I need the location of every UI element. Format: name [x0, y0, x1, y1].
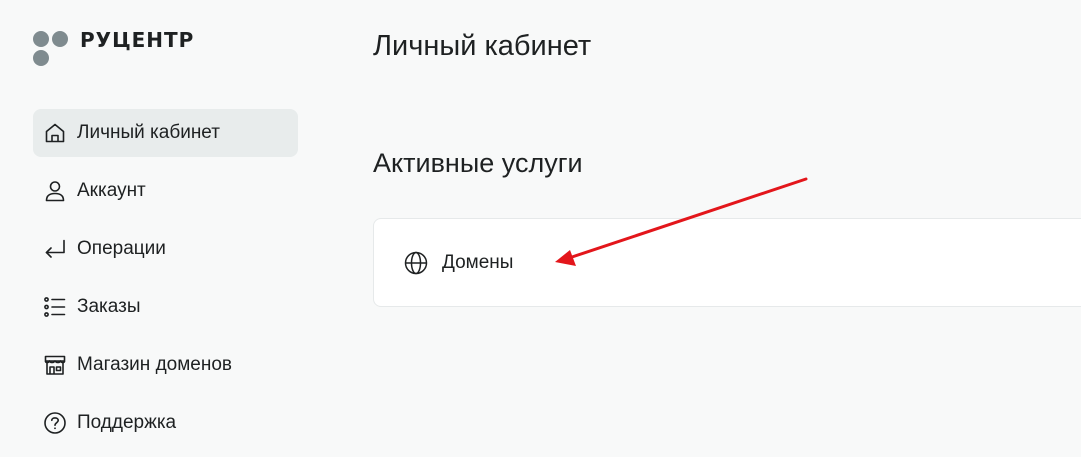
sidebar-item-label: Личный кабинет	[77, 122, 220, 143]
sidebar-item-label: Аккаунт	[77, 180, 146, 201]
home-icon	[43, 121, 67, 145]
sidebar-item-domain-shop[interactable]: Магазин доменов	[33, 341, 298, 389]
section-title: Активные услуги	[373, 148, 583, 178]
sidebar-item-label: Магазин доменов	[77, 354, 233, 375]
help-icon	[43, 411, 67, 435]
sidebar-item-orders[interactable]: Заказы	[33, 283, 298, 331]
sidebar-nav: Личный кабинет Аккаунт Операции Заказы М…	[33, 109, 298, 457]
sidebar-item-dashboard[interactable]: Личный кабинет	[33, 109, 298, 157]
user-icon	[43, 179, 67, 203]
sidebar-item-label: Операции	[77, 238, 166, 259]
sidebar-item-label: Поддержка	[77, 412, 177, 433]
sidebar-item-account[interactable]: Аккаунт	[33, 167, 298, 215]
brand-name: РУЦЕНТР	[80, 28, 195, 52]
sidebar-item-label: Заказы	[77, 296, 141, 317]
return-icon	[43, 237, 67, 261]
sidebar-item-operations[interactable]: Операции	[33, 225, 298, 273]
page-title: Личный кабинет	[373, 30, 592, 62]
shop-icon	[43, 353, 67, 377]
brand-logo[interactable]: РУЦЕНТР	[32, 28, 193, 68]
globe-icon	[404, 251, 428, 275]
list-icon	[43, 295, 67, 319]
sidebar-item-support[interactable]: Поддержка	[33, 399, 298, 447]
service-card-domains[interactable]: Домены	[373, 218, 1081, 307]
service-label: Домены	[442, 251, 514, 273]
logo-mark-icon	[32, 28, 72, 68]
